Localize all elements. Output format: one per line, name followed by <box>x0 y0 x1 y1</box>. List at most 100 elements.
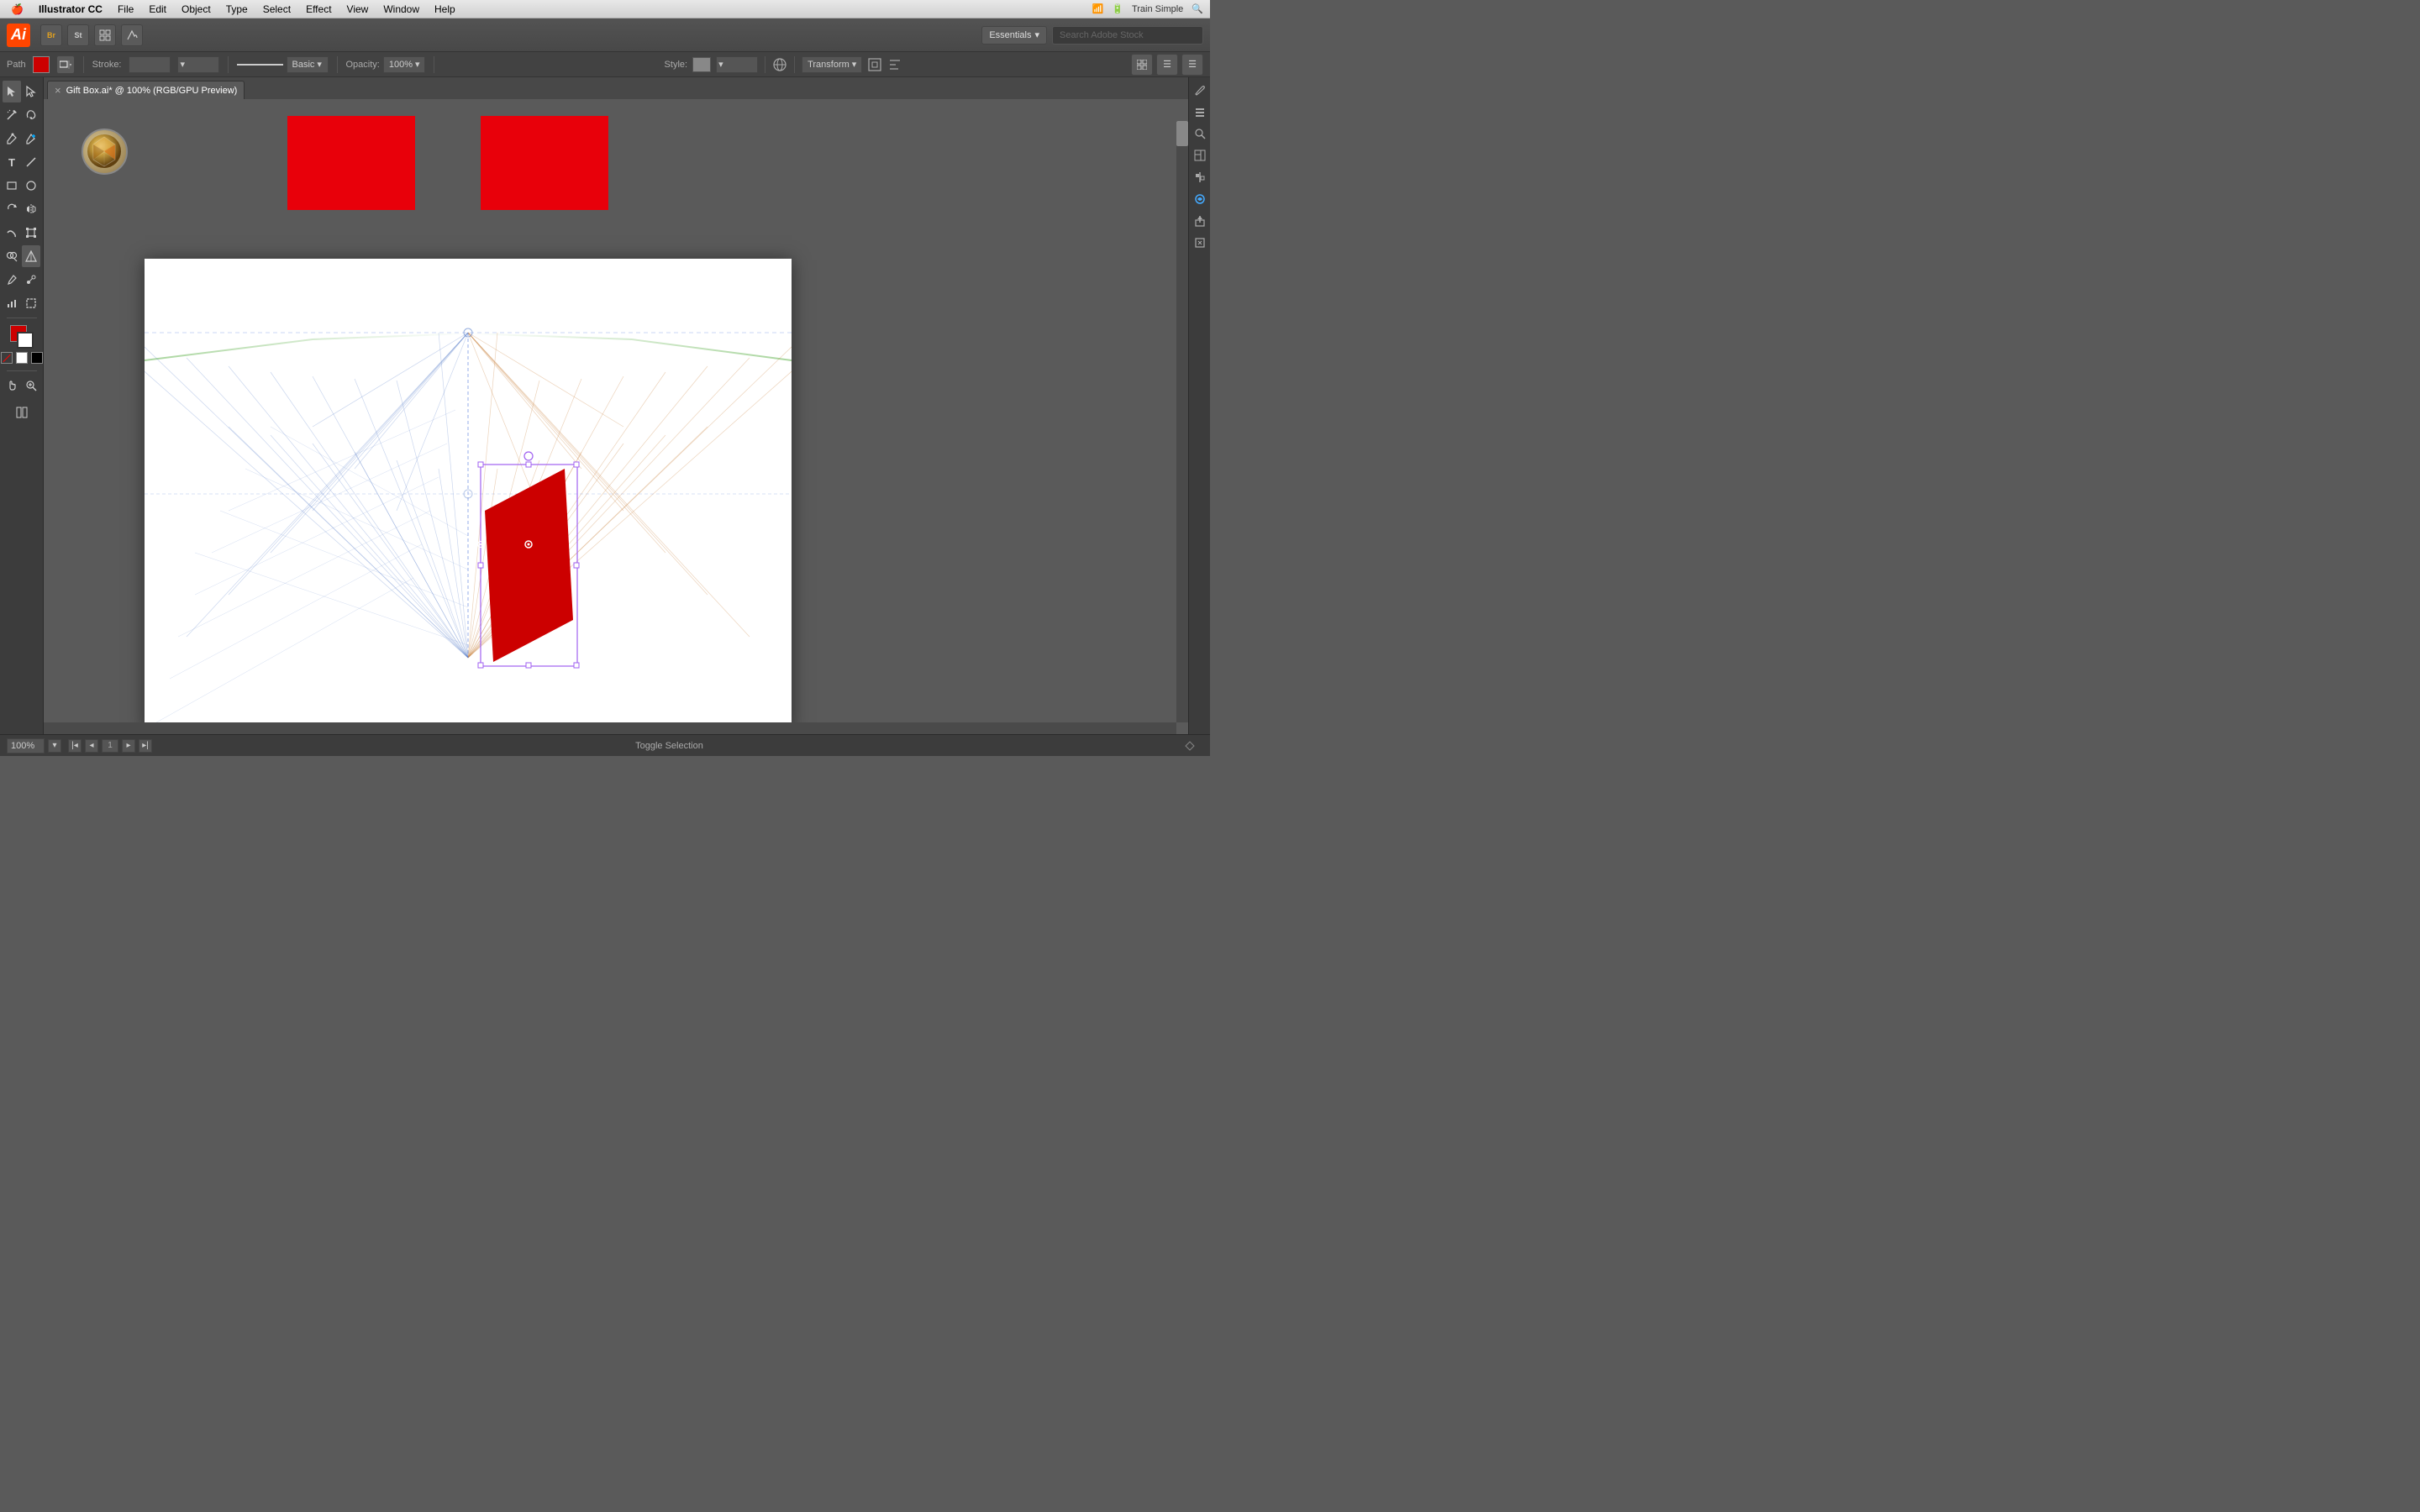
opacity-dropdown[interactable]: 100% ▾ <box>383 56 425 73</box>
shape-builder-tool[interactable] <box>3 245 21 267</box>
effect-menu[interactable]: Effect <box>302 3 335 15</box>
zoom-display[interactable]: 100% <box>7 738 45 753</box>
essentials-dropdown[interactable]: Essentials ▾ <box>981 26 1047 45</box>
prev-artboard-button[interactable]: ◂ <box>85 739 98 753</box>
app-name[interactable]: Illustrator CC <box>34 3 107 15</box>
opacity-label: Opacity: <box>346 60 380 70</box>
stroke-arrows-dropdown[interactable]: ▾ <box>177 56 219 73</box>
globe-icon[interactable] <box>772 57 787 72</box>
reflect-tool[interactable] <box>22 198 40 220</box>
artboard[interactable] <box>145 259 792 729</box>
chart-art-tools <box>3 292 40 314</box>
perspective-grid-tool[interactable] <box>22 245 40 267</box>
vertical-scrollbar[interactable] <box>1176 121 1188 722</box>
symbol-libraries-button[interactable] <box>3 402 40 423</box>
first-artboard-button[interactable]: |◂ <box>68 739 82 753</box>
selection-tools <box>3 81 40 102</box>
type-tool[interactable]: T <box>3 151 21 173</box>
lasso-tool[interactable] <box>22 104 40 126</box>
zoom-area: 100% ▾ <box>7 738 61 753</box>
layers-button[interactable] <box>1191 102 1209 121</box>
help-menu[interactable]: Help <box>430 3 460 15</box>
find-button[interactable] <box>1191 124 1209 143</box>
app-logo: Ai <box>7 24 30 47</box>
black-swatch[interactable] <box>31 352 43 364</box>
pen-tool[interactable] <box>3 128 21 150</box>
right-sidebar <box>1188 77 1210 734</box>
left-toolbar: T <box>0 77 44 734</box>
stock-button[interactable]: St <box>67 24 89 46</box>
fill-options-button[interactable] <box>56 55 75 74</box>
brush-libraries-button[interactable] <box>1191 81 1209 99</box>
style-swatch[interactable] <box>692 57 711 72</box>
red-rect-top-2[interactable] <box>481 116 608 210</box>
direct-selection-tool[interactable] <box>22 81 40 102</box>
search-menubar-icon[interactable]: 🔍 <box>1192 3 1203 14</box>
blend-tool[interactable] <box>22 269 40 291</box>
stroke-swatch[interactable] <box>17 332 34 349</box>
bridge-button[interactable]: Br <box>40 24 62 46</box>
workspace-grid-button[interactable] <box>1131 54 1153 76</box>
cc-libraries-button[interactable] <box>1191 190 1209 208</box>
warp-tool[interactable] <box>3 222 21 244</box>
window-menu[interactable]: Window <box>379 3 424 15</box>
hand-tool[interactable] <box>3 375 21 396</box>
type-menu[interactable]: Type <box>222 3 252 15</box>
panels-button[interactable] <box>1191 146 1209 165</box>
align-icon[interactable] <box>887 57 902 72</box>
progress-indicator <box>1186 739 1203 753</box>
fill-color-swatch[interactable] <box>33 56 50 73</box>
document-tab[interactable]: × Gift Box.ai* @ 100% (RGB/GPU Preview) <box>47 81 245 99</box>
canvas-area[interactable]: × Gift Box.ai* @ 100% (RGB/GPU Preview) <box>44 77 1188 734</box>
transform-dropdown[interactable]: Transform ▾ <box>802 56 862 73</box>
object-menu[interactable]: Object <box>177 3 215 15</box>
chart-tool[interactable] <box>3 292 21 314</box>
app-toolbar: Ai Br St Essentials ▾ Search Adobe Stock <box>0 18 1210 52</box>
paint-button[interactable] <box>121 24 143 46</box>
line-segment-tool[interactable] <box>22 151 40 173</box>
view-menu[interactable]: View <box>343 3 373 15</box>
red-rect-top-1[interactable] <box>287 116 415 210</box>
arrange-button[interactable] <box>94 24 116 46</box>
artboard-tool[interactable] <box>22 292 40 314</box>
path-label: Path <box>7 60 26 70</box>
no-color-swatch[interactable] <box>1 352 13 364</box>
canvas-content[interactable] <box>44 99 1188 734</box>
add-anchor-tool[interactable] <box>22 128 40 150</box>
align-button[interactable] <box>1191 168 1209 186</box>
free-transform-tool[interactable] <box>22 222 40 244</box>
file-menu[interactable]: File <box>113 3 138 15</box>
eyedropper-tool[interactable] <box>3 269 21 291</box>
white-swatch[interactable] <box>16 352 28 364</box>
transform-icon[interactable] <box>867 57 882 72</box>
rotate-tool[interactable] <box>3 198 21 220</box>
menu-bar: 🍎 Illustrator CC File Edit Object Type S… <box>0 0 1210 18</box>
zoom-dropdown-button[interactable]: ▾ <box>48 739 61 753</box>
horizontal-scrollbar[interactable] <box>44 722 1176 734</box>
transform-tools <box>3 198 40 220</box>
properties-button[interactable]: ☰ <box>1156 54 1178 76</box>
search-stock-input[interactable]: Search Adobe Stock <box>1052 26 1203 45</box>
ellipse-tool[interactable] <box>22 175 40 197</box>
next-artboard-button[interactable]: ▸ <box>122 739 135 753</box>
style-dropdown[interactable]: ▾ <box>716 56 758 73</box>
embed-button[interactable] <box>1191 234 1209 252</box>
edit-menu[interactable]: Edit <box>145 3 171 15</box>
magic-wand-tool[interactable] <box>3 104 21 126</box>
opacity-area: Opacity: 100% ▾ <box>346 56 425 73</box>
line-style-indicator <box>237 64 283 66</box>
more-options-button[interactable]: ☰ <box>1181 54 1203 76</box>
line-style-dropdown[interactable]: Basic ▾ <box>287 56 329 73</box>
tab-area: × Gift Box.ai* @ 100% (RGB/GPU Preview) <box>44 77 1188 99</box>
scrollbar-thumb-v[interactable] <box>1176 121 1188 146</box>
zoom-tool[interactable] <box>22 375 40 396</box>
view-tools <box>3 375 40 396</box>
tab-close-icon[interactable]: × <box>55 84 61 97</box>
stroke-input[interactable] <box>129 56 171 73</box>
last-artboard-button[interactable]: ▸| <box>139 739 152 753</box>
apple-menu[interactable]: 🍎 <box>7 3 28 15</box>
rectangle-tool[interactable] <box>3 175 21 197</box>
export-button[interactable] <box>1191 212 1209 230</box>
selection-tool[interactable] <box>3 81 21 102</box>
select-menu[interactable]: Select <box>259 3 295 15</box>
